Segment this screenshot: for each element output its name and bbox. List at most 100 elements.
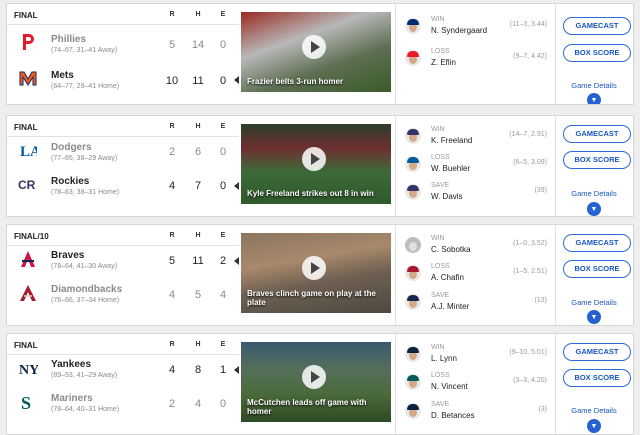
pitcher-stat: (3–3, 4.20): [513, 377, 547, 384]
team-name[interactable]: Diamondbacks: [51, 284, 122, 295]
pitcher-win[interactable]: WIN N. Syndergaard (11–3, 3.44): [401, 16, 551, 40]
phillies-logo: [18, 32, 38, 52]
pitcher-save[interactable]: SAVE A.J. Minter (13): [401, 292, 551, 316]
runs-value: 5: [168, 39, 176, 51]
pitcher-name[interactable]: N. Vincent: [431, 382, 468, 391]
team-name[interactable]: Braves: [51, 250, 84, 261]
pitcher-name[interactable]: W. Davis: [431, 192, 463, 201]
game-card: FINAL R H E NY Yankees (89–53, 41–29 Awa…: [6, 333, 634, 435]
player-avatar: [405, 265, 421, 281]
team-record: (64–77, 29–41 Home): [51, 83, 120, 90]
team-name[interactable]: Dodgers: [51, 142, 92, 153]
pitcher-win[interactable]: WIN C. Sobotka (1–0, 3.52): [401, 235, 551, 259]
pitcher-name[interactable]: N. Syndergaard: [431, 26, 487, 35]
chevron-down-icon[interactable]: ▼: [587, 93, 601, 104]
play-icon[interactable]: [302, 147, 326, 171]
play-icon[interactable]: [302, 35, 326, 59]
runs-value: 5: [168, 255, 176, 267]
chevron-down-icon[interactable]: ▼: [587, 202, 601, 216]
gamecast-button[interactable]: GAMECAST: [563, 125, 631, 143]
pitcher-stat: (39): [534, 187, 547, 194]
team-name[interactable]: Rockies: [51, 176, 89, 187]
gamecast-button[interactable]: GAMECAST: [563, 234, 631, 252]
scoreboard[interactable]: FINAL R H E Phillies (74–67, 31–41 Away)…: [7, 4, 239, 104]
team-name[interactable]: Mariners: [51, 393, 93, 404]
scoreboard[interactable]: FINAL R H E LA Dodgers (77–65, 38–29 Awa…: [7, 116, 239, 216]
divider: [555, 334, 556, 434]
runs-value: 10: [165, 75, 179, 87]
pitcher-stat: (9–7, 4.42): [513, 53, 547, 60]
box-score-button[interactable]: BOX SCORE: [563, 260, 631, 278]
pitcher-name[interactable]: K. Freeland: [431, 136, 472, 145]
player-avatar: [405, 237, 421, 253]
pitcher-save[interactable]: SAVE D. Betances (3): [401, 401, 551, 425]
pitcher-stat: (14–7, 2.91): [509, 131, 547, 138]
player-avatar: [405, 374, 421, 390]
player-avatar: [405, 294, 421, 310]
chevron-down-icon[interactable]: ▼: [587, 310, 601, 324]
decision-label: LOSS: [431, 372, 450, 379]
video-highlight[interactable]: McCutchen leads off game with homer: [241, 342, 391, 422]
svg-text:CR: CR: [18, 178, 36, 192]
game-details-link[interactable]: Game Details: [556, 189, 632, 198]
play-icon[interactable]: [302, 365, 326, 389]
pitcher-name[interactable]: A.J. Minter: [431, 302, 469, 311]
divider: [7, 245, 239, 246]
runs-value: 4: [168, 289, 176, 301]
pitcher-win[interactable]: WIN K. Freeland (14–7, 2.91): [401, 126, 551, 150]
hits-value: 14: [191, 39, 205, 51]
play-icon[interactable]: [302, 256, 326, 280]
pitcher-loss[interactable]: LOSS N. Vincent (3–3, 4.20): [401, 372, 551, 396]
runs-value: 2: [168, 398, 176, 410]
chevron-down-icon[interactable]: ▼: [587, 419, 601, 433]
game-status: FINAL: [14, 341, 38, 350]
pitcher-stat: (6–5, 3.09): [513, 159, 547, 166]
runs-value: 4: [168, 364, 176, 376]
pitcher-stat: (1–0, 3.52): [513, 240, 547, 247]
decision-label: SAVE: [431, 292, 450, 299]
team-record: (78–64, 40–31 Home): [51, 406, 120, 413]
pitcher-name[interactable]: L. Lynn: [431, 354, 457, 363]
hits-value: 11: [192, 255, 204, 267]
braves-logo: [18, 249, 38, 269]
scoreboard[interactable]: FINAL/10 R H E Braves (78–64, 41–30 Away…: [7, 225, 239, 325]
team-record: (74–67, 31–41 Away): [51, 47, 118, 54]
pitcher-loss[interactable]: LOSS A. Chafin (1–5, 2.51): [401, 263, 551, 287]
video-highlight[interactable]: Kyle Freeland strikes out 8 in win: [241, 124, 391, 204]
team-name[interactable]: Yankees: [51, 359, 91, 370]
hits-header: H: [195, 341, 201, 348]
team-name[interactable]: Mets: [51, 70, 74, 81]
pitcher-name[interactable]: Z. Eflin: [431, 58, 456, 67]
pitcher-name[interactable]: A. Chafin: [431, 273, 464, 282]
pitcher-name[interactable]: C. Sobotka: [431, 245, 471, 254]
pitcher-name[interactable]: D. Betances: [431, 411, 475, 420]
team-record: (77–65, 38–29 Away): [51, 155, 118, 162]
box-score-button[interactable]: BOX SCORE: [563, 44, 631, 62]
divider: [7, 24, 239, 25]
team-record: (76–66, 37–34 Home): [51, 297, 120, 304]
game-details-link[interactable]: Game Details: [556, 298, 632, 307]
runs-header: R: [169, 341, 175, 348]
divider: [395, 116, 396, 216]
game-details-link[interactable]: Game Details: [556, 406, 632, 415]
winner-arrow-icon: [234, 182, 239, 190]
errors-header: E: [220, 11, 226, 18]
gamecast-button[interactable]: GAMECAST: [563, 17, 631, 35]
video-highlight[interactable]: Braves clinch game on play at the plate: [241, 233, 391, 313]
box-score-button[interactable]: BOX SCORE: [563, 151, 631, 169]
pitcher-save[interactable]: SAVE W. Davis (39): [401, 182, 551, 206]
team-name[interactable]: Phillies: [51, 34, 86, 45]
runs-value: 2: [168, 146, 176, 158]
pitcher-loss[interactable]: LOSS Z. Eflin (9–7, 4.42): [401, 48, 551, 72]
video-highlight[interactable]: Frazier belts 3-run homer: [241, 12, 391, 92]
pitcher-win[interactable]: WIN L. Lynn (9–10, 5.01): [401, 344, 551, 368]
gamecast-button[interactable]: GAMECAST: [563, 343, 631, 361]
pitcher-name[interactable]: W. Buehler: [431, 164, 470, 173]
scoreboard[interactable]: FINAL R H E NY Yankees (89–53, 41–29 Awa…: [7, 334, 239, 434]
game-status: FINAL: [14, 123, 38, 132]
mets-logo: [18, 68, 38, 88]
game-details-link[interactable]: Game Details: [556, 81, 632, 90]
box-score-button[interactable]: BOX SCORE: [563, 369, 631, 387]
decision-label: LOSS: [431, 263, 450, 270]
pitcher-loss[interactable]: LOSS W. Buehler (6–5, 3.09): [401, 154, 551, 178]
